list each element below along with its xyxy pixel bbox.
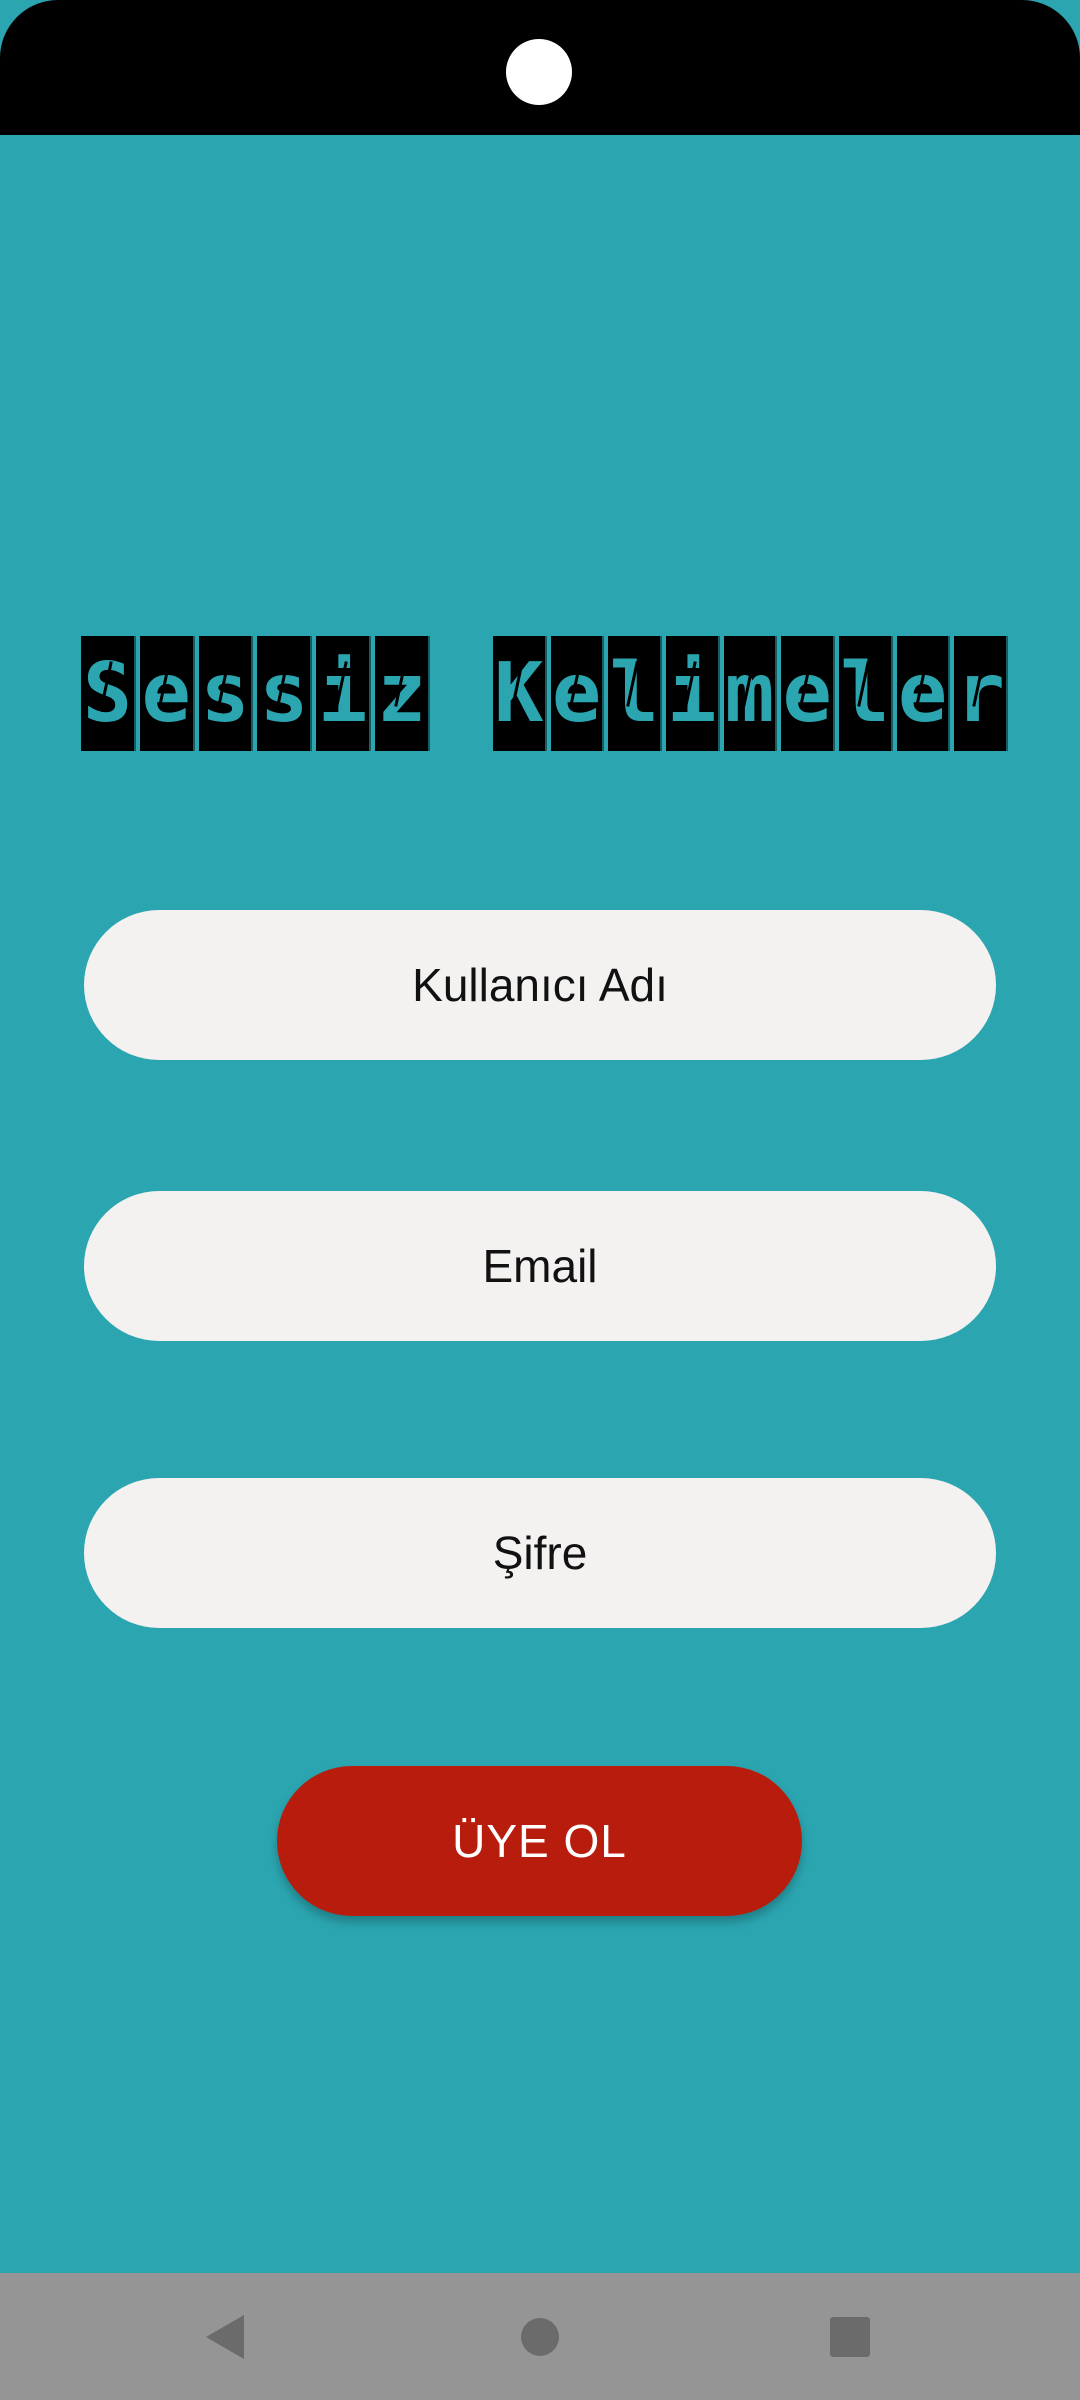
logo-letter: z bbox=[373, 636, 430, 751]
recents-icon[interactable] bbox=[830, 2317, 870, 2357]
logo-letter: e bbox=[548, 636, 605, 751]
logo-letter: i bbox=[314, 636, 372, 751]
logo-letter: s bbox=[255, 636, 313, 751]
back-icon[interactable] bbox=[206, 2315, 244, 2359]
logo-letter: e bbox=[137, 636, 195, 751]
home-icon[interactable] bbox=[521, 2318, 559, 2356]
logo-letter: s bbox=[196, 636, 254, 751]
status-bar bbox=[0, 0, 1080, 135]
email-field[interactable] bbox=[84, 1191, 996, 1341]
logo-letter: m bbox=[721, 636, 778, 751]
logo-letter: i bbox=[664, 636, 720, 751]
signup-button[interactable]: ÜYE OL bbox=[277, 1766, 802, 1916]
camera-cutout bbox=[506, 39, 572, 105]
logo-letter: S bbox=[79, 636, 136, 751]
username-field[interactable] bbox=[84, 910, 996, 1060]
logo-letter: K bbox=[491, 636, 547, 751]
navigation-bar bbox=[0, 2273, 1080, 2400]
logo-letter: e bbox=[779, 636, 836, 751]
password-field[interactable] bbox=[84, 1478, 996, 1628]
logo-letter: r bbox=[952, 636, 1009, 751]
title-word-kelimeler: K e l i m e l e r bbox=[491, 636, 1009, 751]
logo-letter: l bbox=[606, 636, 663, 751]
title-word-sessiz: S e s s i z bbox=[79, 636, 430, 751]
logo-letter: e bbox=[894, 636, 951, 751]
logo-letter: l bbox=[837, 636, 893, 751]
